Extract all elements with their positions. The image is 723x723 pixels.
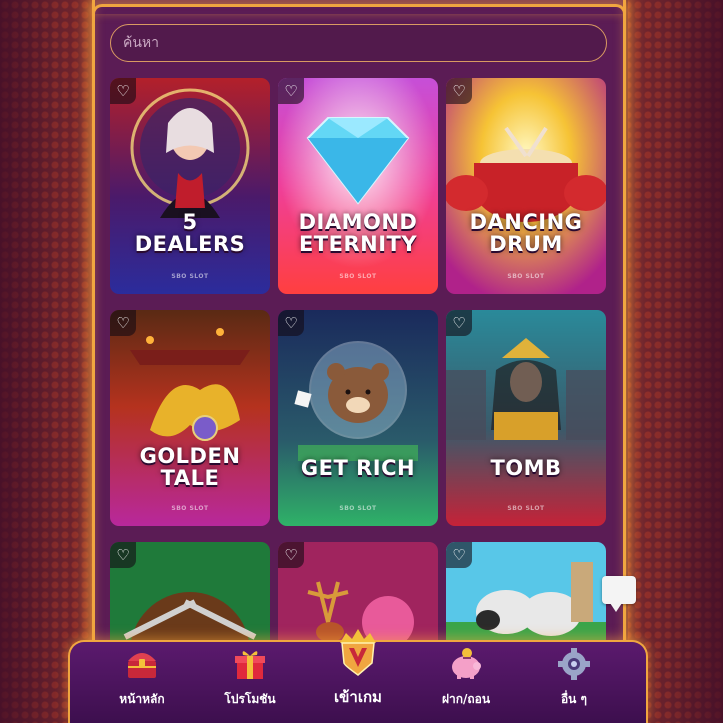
game-title-line1: GET RICH bbox=[300, 456, 416, 480]
game-provider: SBO SLOT bbox=[339, 505, 377, 512]
favorite-heart-icon[interactable]: ♡ bbox=[278, 542, 304, 568]
nav-item-home[interactable]: หน้าหลัก bbox=[92, 646, 192, 709]
game-title-line1: 5 bbox=[182, 210, 198, 234]
game-card-get-rich[interactable]: GET RICH SBO SLOT ♡ bbox=[278, 310, 438, 526]
game-card-dancing-drum[interactable]: DANCING DRUM SBO SLOT ♡ bbox=[446, 78, 606, 294]
panel-top-border bbox=[92, 4, 626, 14]
game-provider: SBO SLOT bbox=[171, 273, 209, 280]
game-card-tomb[interactable]: TOMB SBO SLOT ♡ bbox=[446, 310, 606, 526]
game-card-golden-tale[interactable]: GOLDEN TALE SBO SLOT ♡ bbox=[110, 310, 270, 526]
v-shield-icon bbox=[332, 625, 384, 677]
bottom-navigation: หน้าหลัก โปรโมชัน เข้าเกม ฝาก/ถอน อื่น ๆ bbox=[68, 629, 648, 723]
treasure-chest-icon bbox=[122, 646, 162, 682]
game-provider: SBO SLOT bbox=[507, 273, 545, 280]
nav-label: หน้าหลัก bbox=[119, 692, 165, 706]
nav-item-enter-game[interactable]: เข้าเกม bbox=[308, 629, 408, 709]
game-title-line2: ETERNITY bbox=[298, 232, 418, 256]
game-title-line2: TALE bbox=[160, 466, 220, 490]
game-art bbox=[446, 310, 606, 526]
favorite-heart-icon[interactable]: ♡ bbox=[278, 310, 304, 336]
game-art bbox=[278, 78, 438, 294]
nav-item-more[interactable]: อื่น ๆ bbox=[524, 646, 624, 709]
game-art bbox=[110, 310, 270, 526]
game-title-line2: DRUM bbox=[489, 232, 563, 256]
gear-icon bbox=[554, 646, 594, 682]
game-title-line1: DANCING bbox=[469, 210, 583, 234]
game-title-line1: DIAMOND bbox=[298, 210, 418, 234]
nav-item-deposit-withdraw[interactable]: ฝาก/ถอน bbox=[416, 646, 516, 709]
nav-item-promotion[interactable]: โปรโมชัน bbox=[200, 646, 300, 709]
favorite-heart-icon[interactable]: ♡ bbox=[446, 310, 472, 336]
favorite-heart-icon[interactable]: ♡ bbox=[110, 310, 136, 336]
search-input[interactable]: ค้นหา bbox=[110, 24, 607, 62]
favorite-heart-icon[interactable]: ♡ bbox=[278, 78, 304, 104]
favorite-heart-icon[interactable]: ♡ bbox=[110, 542, 136, 568]
piggy-bank-icon bbox=[446, 646, 486, 682]
favorite-heart-icon[interactable]: ♡ bbox=[446, 542, 472, 568]
game-title-line1: GOLDEN bbox=[139, 444, 241, 468]
game-art bbox=[446, 78, 606, 294]
favorite-heart-icon[interactable]: ♡ bbox=[446, 78, 472, 104]
game-art bbox=[278, 310, 438, 526]
game-card-partial-3[interactable]: ♡ bbox=[446, 542, 606, 643]
search-placeholder: ค้นหา bbox=[123, 35, 160, 51]
game-provider: SBO SLOT bbox=[507, 505, 545, 512]
background-pattern-right bbox=[628, 0, 723, 723]
nav-label: อื่น ๆ bbox=[560, 692, 588, 706]
game-card-partial-1[interactable]: ♡ bbox=[110, 542, 270, 643]
game-card-5-dealers[interactable]: 5 DEALERS SBO SLOT ♡ bbox=[110, 78, 270, 294]
nav-label: เข้าเกม bbox=[334, 688, 382, 706]
game-provider: SBO SLOT bbox=[339, 273, 377, 280]
game-title-line2: DEALERS bbox=[134, 232, 246, 256]
game-title-line1: TOMB bbox=[490, 456, 562, 480]
background-pattern-left bbox=[0, 0, 95, 723]
game-art bbox=[110, 78, 270, 294]
nav-label: โปรโมชัน bbox=[224, 692, 276, 706]
favorite-heart-icon[interactable]: ♡ bbox=[110, 78, 136, 104]
game-provider: SBO SLOT bbox=[171, 505, 209, 512]
nav-label: ฝาก/ถอน bbox=[441, 692, 491, 706]
game-card-diamond-eternity[interactable]: DIAMOND ETERNITY SBO SLOT ♡ bbox=[278, 78, 438, 294]
chat-support-icon[interactable] bbox=[602, 576, 636, 612]
game-grid: 5 DEALERS SBO SLOT ♡ DIAMOND ETERNITY SB… bbox=[110, 78, 607, 643]
gift-box-icon bbox=[230, 646, 270, 682]
